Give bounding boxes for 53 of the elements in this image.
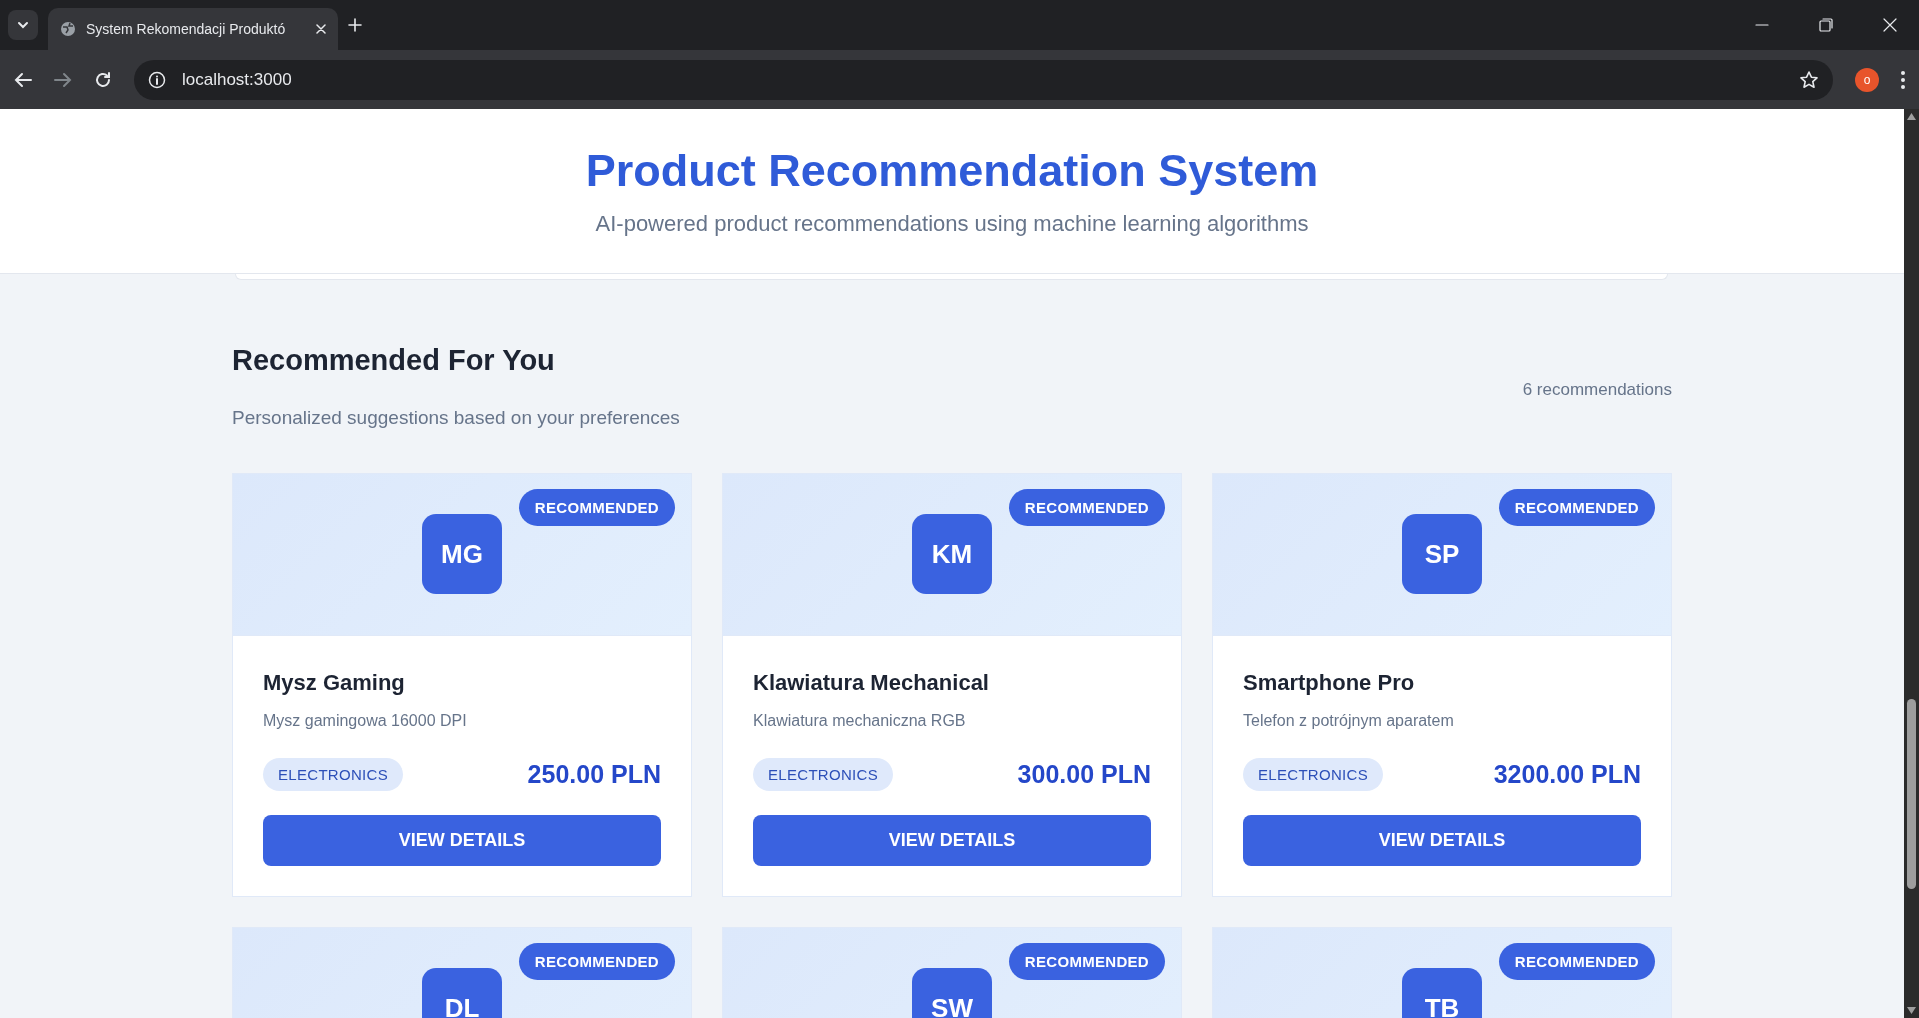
restore-icon[interactable]	[1819, 18, 1833, 32]
recommendation-count: 6 recommendations	[1522, 380, 1672, 400]
recommended-badge: RECOMMENDED	[1498, 943, 1655, 980]
more-icon[interactable]	[1901, 70, 1905, 89]
tab-title: System Rekomendacji Produktó	[86, 21, 287, 37]
recommended-badge: RECOMMENDED	[1008, 489, 1165, 526]
reload-icon[interactable]	[94, 70, 112, 89]
product-avatar: TB	[1402, 968, 1482, 1018]
product-avatar: DL	[422, 968, 502, 1018]
info-icon[interactable]	[148, 70, 166, 89]
recommended-badge: RECOMMENDED	[518, 943, 675, 980]
product-name: Mysz Gaming	[263, 670, 406, 696]
view-details-button[interactable]: VIEW DETAILS	[753, 815, 1151, 866]
star-icon[interactable]	[1799, 69, 1819, 90]
back-icon[interactable]	[14, 71, 32, 88]
product-description: Telefon z potrójnym aparatem	[1243, 712, 1455, 730]
product-avatar: MG	[422, 514, 502, 594]
url-text: localhost:3000	[182, 69, 293, 90]
new-tab-icon[interactable]	[348, 18, 362, 32]
scroll-down-icon[interactable]	[1907, 1007, 1916, 1014]
chevron-down-icon	[17, 21, 29, 29]
category-tag: ELECTRONICS	[753, 758, 893, 791]
close-icon[interactable]	[1883, 18, 1897, 32]
tab-list-button[interactable]	[8, 10, 38, 40]
product-description: Klawiatura mechaniczna RGB	[753, 712, 967, 730]
product-price: 250.00 PLN	[527, 760, 661, 789]
forward-icon[interactable]	[54, 71, 72, 88]
product-name: Smartphone Pro	[1243, 670, 1416, 696]
scroll-up-icon[interactable]	[1907, 113, 1916, 120]
product-price: 300.00 PLN	[1017, 760, 1151, 789]
product-avatar: SW	[912, 968, 992, 1018]
product-price: 3200.00 PLN	[1493, 760, 1641, 789]
scrollbar[interactable]	[1904, 109, 1919, 1018]
category-tag: ELECTRONICS	[1243, 758, 1383, 791]
close-icon[interactable]	[316, 24, 326, 34]
product-description: Mysz gamingowa 16000 DPI	[263, 712, 468, 730]
scroll-thumb[interactable]	[1907, 699, 1916, 889]
section-subtitle: Personalized suggestions based on your preferences	[232, 407, 681, 429]
recommended-badge: RECOMMENDED	[1008, 943, 1165, 980]
recommended-badge: RECOMMENDED	[518, 489, 675, 526]
section-title: Recommended For You	[232, 344, 556, 377]
recommended-badge: RECOMMENDED	[1498, 489, 1655, 526]
view-details-button[interactable]: VIEW DETAILS	[263, 815, 661, 866]
page-title: Product Recommendation System	[585, 145, 1319, 197]
category-tag: ELECTRONICS	[263, 758, 403, 791]
profile-avatar[interactable]: o	[1855, 67, 1879, 92]
address-bar[interactable]: localhost:3000	[134, 59, 1833, 100]
view-details-button[interactable]: VIEW DETAILS	[1243, 815, 1641, 866]
browser-tab[interactable]: System Rekomendacji Produktó	[48, 8, 338, 50]
product-avatar: KM	[912, 514, 992, 594]
product-avatar: SP	[1402, 514, 1482, 594]
product-name: Klawiatura Mechanical	[753, 670, 990, 696]
page-subtitle: AI-powered product recommendations using machine learning algorithms	[595, 211, 1309, 237]
